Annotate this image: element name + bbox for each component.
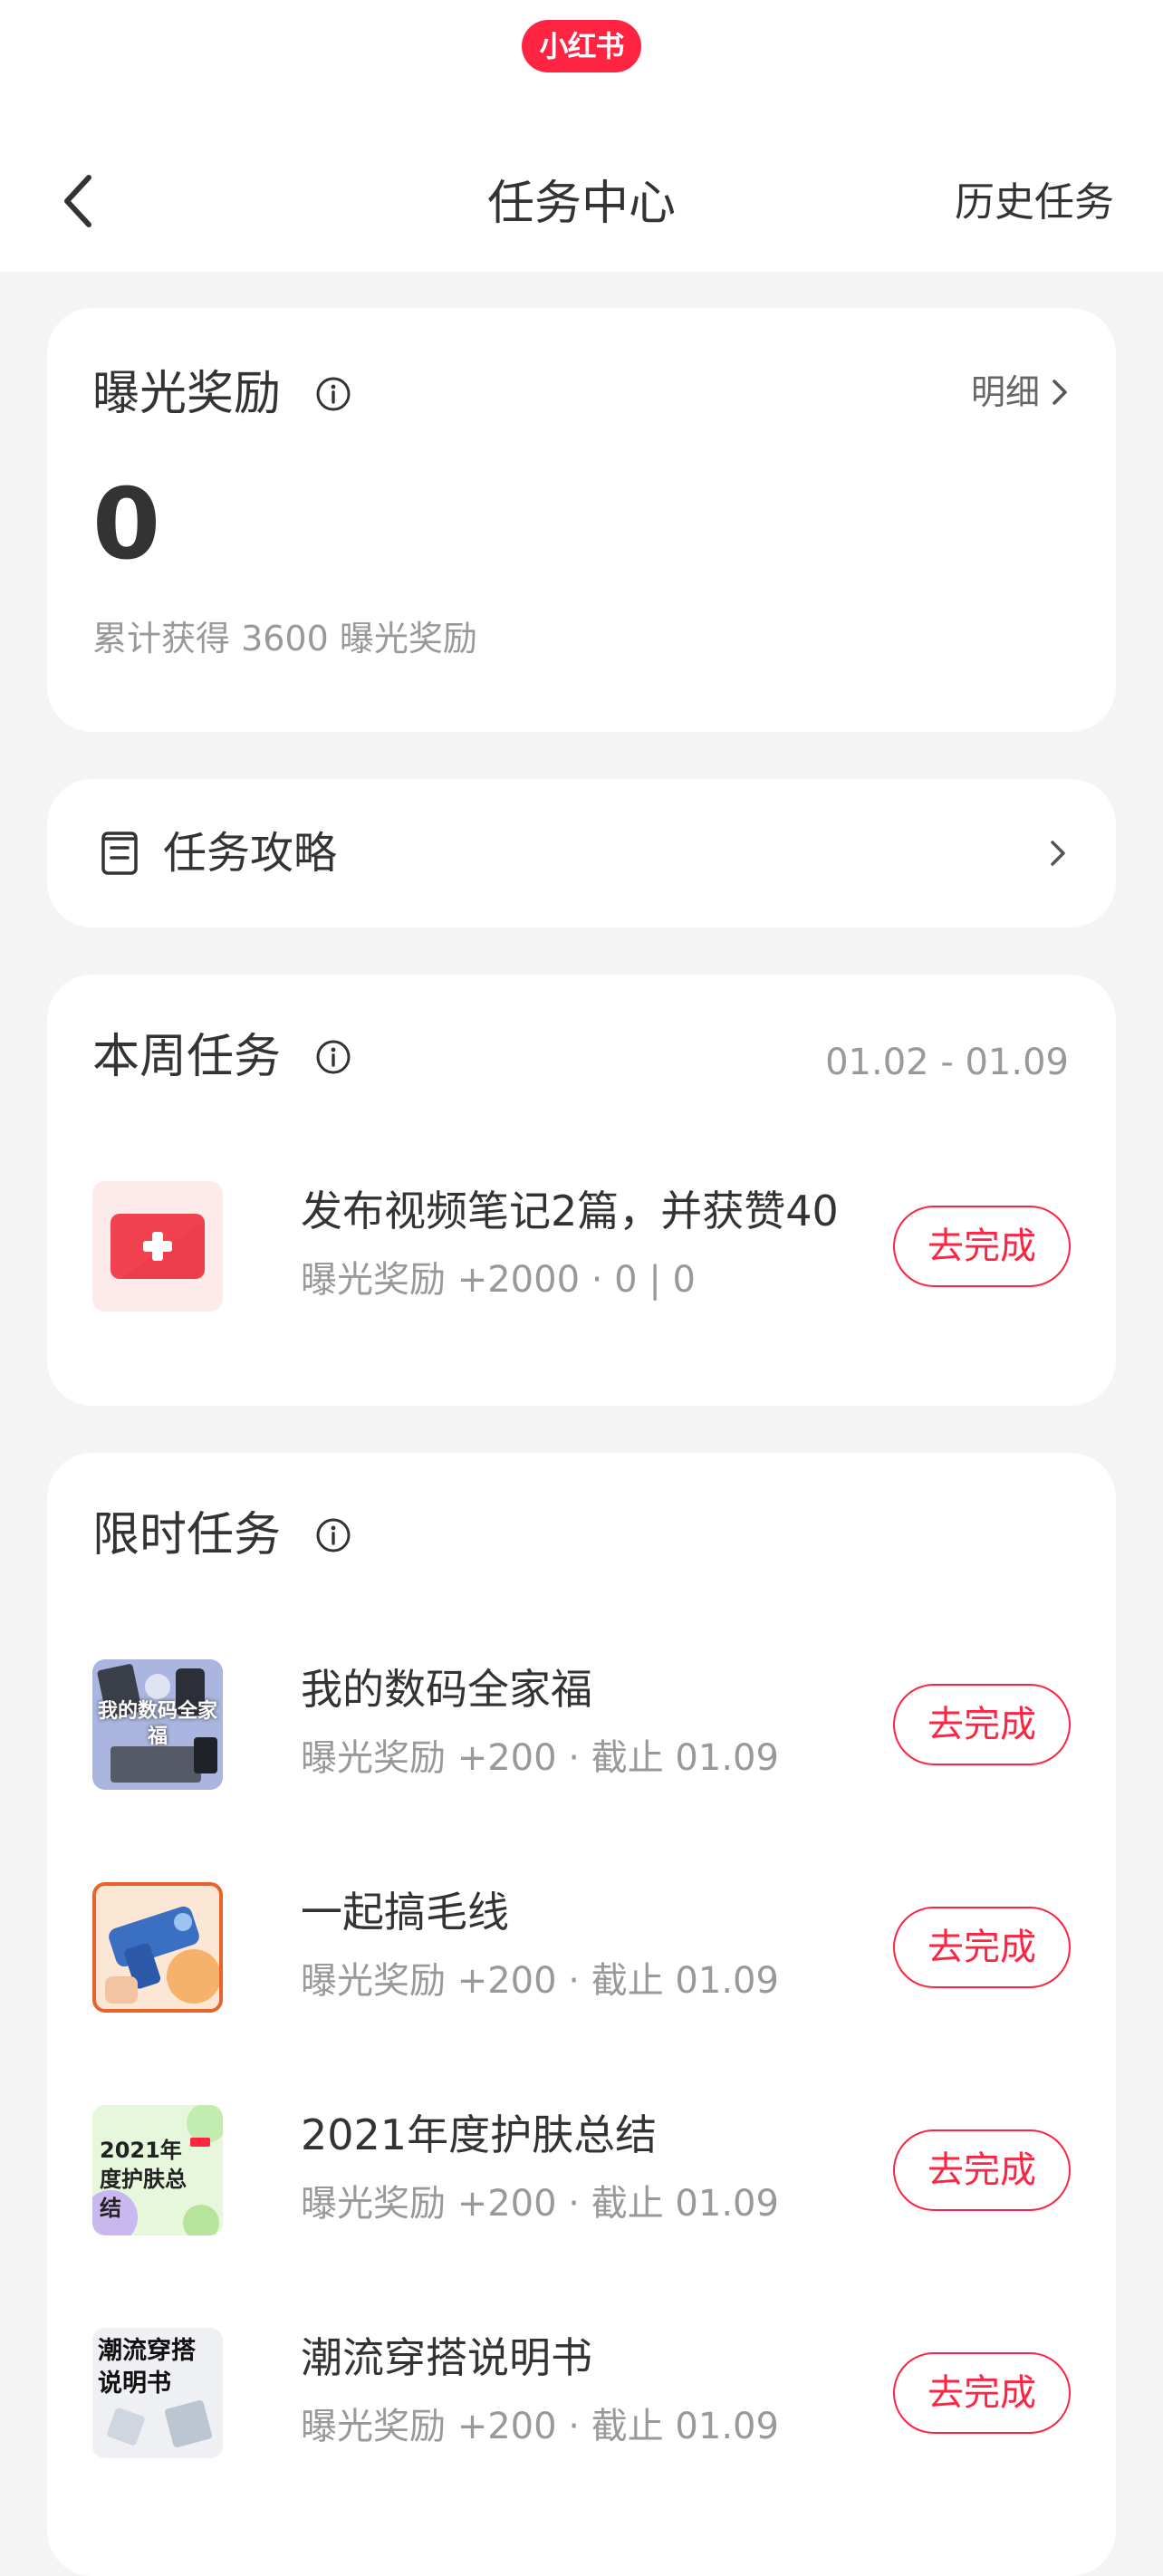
exposure-reward-title: 曝光奖励: [92, 367, 282, 421]
cumulative-reward-text: 累计获得 3600 曝光奖励: [92, 619, 477, 658]
go-complete-button[interactable]: 去完成: [893, 1206, 1071, 1287]
thumbnail-caption: 2021年度护肤总结: [100, 2138, 187, 2221]
task-title: 一起搞毛线: [301, 1888, 509, 1937]
task-title: 我的数码全家福: [301, 1665, 592, 1714]
task-meta: 曝光奖励 +2000 · 0 | 0: [301, 1259, 696, 1301]
limited-tasks-card: 限时任务 我的数码全家福 我的数码全家福 曝光奖励 +200 · 截止 01.0…: [47, 1453, 1116, 2576]
detail-link[interactable]: 明细: [971, 370, 1069, 415]
task-item: 我的数码全家福 我的数码全家福 曝光奖励 +200 · 截止 01.09 去完成: [92, 1659, 1071, 1790]
task-item: 2021年度护肤总结 2021年度护肤总结 曝光奖励 +200 · 截止 01.…: [92, 2105, 1071, 2235]
limited-tasks-title: 限时任务: [92, 1508, 282, 1562]
task-meta: 曝光奖励 +200 · 截止 01.09: [301, 2183, 779, 2225]
document-icon: [101, 831, 138, 875]
info-icon[interactable]: [315, 1039, 351, 1075]
week-date-range: 01.02 - 01.09: [825, 1042, 1069, 1083]
task-guide-card[interactable]: 任务攻略: [47, 779, 1116, 928]
knitting-thumbnail: [92, 1882, 223, 2013]
go-complete-button[interactable]: 去完成: [893, 1907, 1071, 1988]
xiaohongshu-logo: 小红书: [522, 20, 641, 72]
info-icon[interactable]: [315, 376, 351, 412]
go-complete-button[interactable]: 去完成: [893, 2352, 1071, 2434]
exposure-reward-card: 曝光奖励 明细 0 累计获得 3600 曝光奖励: [47, 308, 1116, 732]
weekly-tasks-card: 本周任务 01.02 - 01.09 发布视频笔记2篇，并获赞40 曝光奖励 +…: [47, 975, 1116, 1406]
top-navigation-bar: 小红书 任务中心 历史任务: [0, 0, 1163, 272]
task-title: 2021年度护肤总结: [301, 2110, 658, 2159]
chevron-right-icon: [1052, 380, 1067, 405]
history-tasks-link[interactable]: 历史任务: [955, 176, 1114, 230]
task-title: 发布视频笔记2篇，并获赞40: [301, 1187, 839, 1235]
task-meta: 曝光奖励 +200 · 截止 01.09: [301, 1960, 779, 2002]
video-note-thumbnail: [92, 1181, 223, 1312]
digital-family-thumbnail: 我的数码全家福: [92, 1659, 223, 1790]
task-item: 潮流穿搭说明书 潮流穿搭说明书 曝光奖励 +200 · 截止 01.09 去完成: [92, 2328, 1071, 2458]
weekly-tasks-title: 本周任务: [92, 1030, 282, 1084]
task-item: 发布视频笔记2篇，并获赞40 曝光奖励 +2000 · 0 | 0 去完成: [92, 1181, 1071, 1312]
thumbnail-caption: 我的数码全家福: [97, 1700, 217, 1748]
task-meta: 曝光奖励 +200 · 截止 01.09: [301, 2406, 779, 2447]
task-title: 潮流穿搭说明书: [301, 2333, 592, 2382]
skincare-summary-thumbnail: 2021年度护肤总结: [92, 2105, 223, 2235]
go-complete-button[interactable]: 去完成: [893, 1684, 1071, 1765]
task-guide-label: 任务攻略: [163, 828, 338, 879]
detail-label: 明细: [970, 372, 1040, 412]
knitting-image-icon: [96, 1886, 219, 2009]
thumbnail-caption: 潮流穿搭说明书: [98, 2337, 196, 2398]
task-meta: 曝光奖励 +200 · 截止 01.09: [301, 1737, 779, 1779]
chevron-right-icon: [1051, 841, 1065, 866]
go-complete-button[interactable]: 去完成: [893, 2129, 1071, 2211]
exposure-reward-value: 0: [92, 468, 161, 582]
task-item: 一起搞毛线 曝光奖励 +200 · 截止 01.09 去完成: [92, 1882, 1071, 2013]
fashion-guide-thumbnail: 潮流穿搭说明书: [92, 2328, 223, 2458]
video-add-icon: [111, 1214, 205, 1279]
info-icon[interactable]: [315, 1517, 351, 1553]
